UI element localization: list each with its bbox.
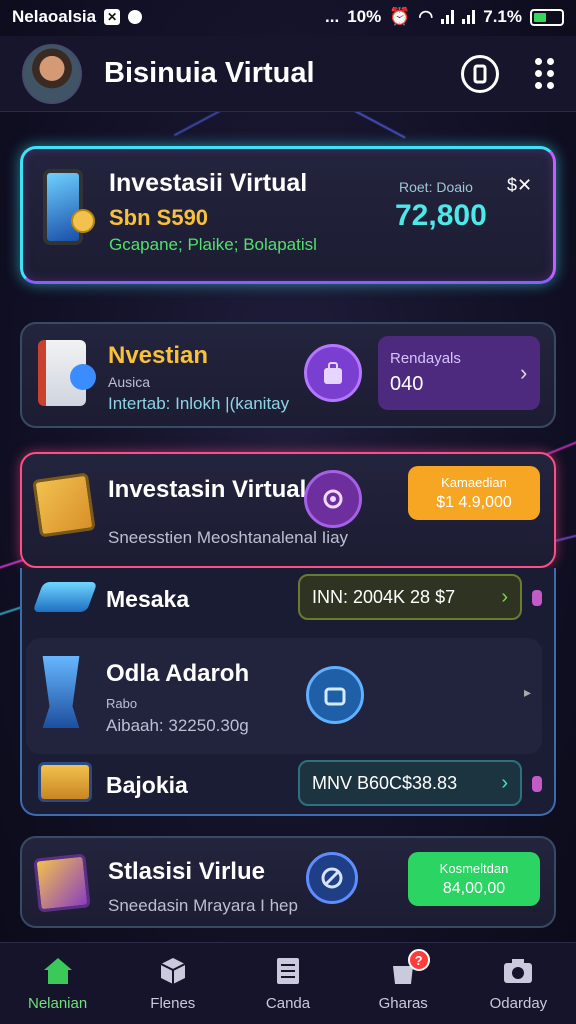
scroll-icon <box>32 472 96 538</box>
more-menu-icon[interactable] <box>535 58 554 89</box>
pill-value: 84,00,00 <box>442 879 506 897</box>
hero-investment-card[interactable]: Investasii Virtual Sbn S590 Gcapane; Pla… <box>20 146 556 284</box>
kosmeltdan-pill[interactable]: Kosmeltdan 84,00,00 <box>408 852 540 906</box>
signal-icon <box>441 10 455 24</box>
hero-value: 72,800 <box>395 199 487 232</box>
value-pill[interactable]: MNV B60C$38.83 › <box>298 760 522 806</box>
home-icon <box>42 955 74 987</box>
close-box-icon: ✕ <box>104 9 121 25</box>
status-bar: Nelaoalsia ✕ ... 10% ⏰ ◠ 7.1% <box>0 0 576 34</box>
list-item[interactable]: Odla Adaroh Rabo Aibaah: 32250.30g ▸ <box>26 638 542 754</box>
nav-label: Gharas <box>378 995 428 1012</box>
nav-odarday[interactable]: Odarday <box>461 943 576 1024</box>
pill-text: MNV B60C$38.83 <box>312 772 458 793</box>
pill-value: $1 4.9,000 <box>436 493 512 511</box>
nvestian-card[interactable]: Nvestian Ausica Intertab: Inlokh |(kanit… <box>20 322 556 428</box>
network-percent: 10% <box>347 7 382 26</box>
nav-label: Nelanian <box>27 995 88 1012</box>
bag-button[interactable] <box>304 344 362 402</box>
nav-flenes[interactable]: Flenes <box>115 943 230 1024</box>
location-icon <box>128 10 143 24</box>
pill-label: Kosmeltdan <box>439 860 509 876</box>
camera-icon <box>502 955 534 987</box>
panel-label: Rendayals <box>390 350 461 367</box>
investasin-card[interactable]: Investasin Virtual Sneesstien Meoshtanal… <box>20 452 556 568</box>
hero-amount: Sbn S590 <box>109 205 209 230</box>
card2-sub2: Intertab: Inlokh |(kanitay <box>108 394 290 413</box>
chevron-right-icon: › <box>501 585 508 608</box>
notification-badge: ? <box>407 949 430 971</box>
list-icon <box>272 955 304 987</box>
hero-title: Investasii Virtual <box>109 169 308 197</box>
wallet-button[interactable] <box>306 666 364 724</box>
bottom-nav: Nelanian Flenes Canda ? Gharas Odarday <box>0 942 576 1024</box>
tile-icon <box>32 582 98 612</box>
carrier-name: Nelaoalsia <box>12 7 97 26</box>
nav-home[interactable]: Nelanian <box>0 943 115 1024</box>
pill-text: INN: 2004K 28 $7 <box>312 586 456 607</box>
list-title: Odla Adaroh <box>106 660 250 687</box>
hero-meta-badge[interactable]: $✕ <box>507 175 532 196</box>
list-title: Bajokia <box>106 772 188 798</box>
kamaedian-pill[interactable]: Kamaedian $1 4.9,000 <box>408 466 540 520</box>
hero-meta-label: Roet: Doaio <box>399 179 473 195</box>
status-dot <box>532 590 542 606</box>
card4-desc: Sneedasin Mrayara I hep <box>108 896 298 915</box>
card3-desc: Sneesstien Meoshtanalenal Iiay <box>108 528 349 547</box>
nav-canda[interactable]: Canda <box>230 943 345 1024</box>
rendayals-panel[interactable]: Rendayals 040 <box>378 336 540 410</box>
battery-icon <box>530 8 564 26</box>
nav-label: Canda <box>265 995 311 1012</box>
list-sub1: Rabo <box>106 696 138 711</box>
settings-button[interactable] <box>304 470 362 528</box>
avatar[interactable] <box>22 43 82 104</box>
chevron-right-icon[interactable]: › <box>520 360 527 386</box>
list-title: Mesaka <box>106 586 190 612</box>
card2-title: Nvestian <box>108 342 209 369</box>
panel-value: 040 <box>390 373 424 395</box>
globe-icon <box>70 364 96 390</box>
status-dot <box>532 776 542 792</box>
nav-label: Odarday <box>489 995 548 1012</box>
nav-label: Flenes <box>150 995 196 1012</box>
app-header: Bisinuia Virtual <box>0 36 576 112</box>
signal-icon <box>462 10 476 24</box>
chevron-right-icon[interactable]: ▸ <box>524 684 531 701</box>
app-title: Bisinuia Virtual <box>104 57 315 89</box>
status-dots: ... <box>325 7 340 26</box>
ticket-icon <box>33 853 91 913</box>
list-sub2: Aibaah: 32250.30g <box>106 716 249 735</box>
block-button[interactable] <box>306 852 358 904</box>
list-item[interactable]: Bajokia MNV B60C$38.83 › <box>22 756 554 812</box>
battery-percent: 7.1% <box>483 7 522 26</box>
card3-title: Investasin Virtual <box>108 476 307 503</box>
trophy-icon <box>42 656 80 728</box>
search-icon[interactable] <box>461 54 499 93</box>
nav-gharas[interactable]: ? Gharas <box>346 943 461 1024</box>
chest-icon <box>38 762 92 802</box>
card4-title: Stlasisi Virlue <box>108 858 265 885</box>
coin-icon <box>71 209 95 233</box>
card2-sub1: Ausica <box>108 374 151 390</box>
value-pill[interactable]: INN: 2004K 28 $7 › <box>298 574 522 620</box>
chevron-right-icon: › <box>501 771 508 794</box>
phone-icon <box>43 169 83 245</box>
cube-icon <box>157 955 189 987</box>
stlasisi-card[interactable]: Stlasisi Virlue Sneedasin Mrayara I hep … <box>20 836 556 928</box>
list-item[interactable]: Mesaka INN: 2004K 28 $7 › <box>22 568 554 630</box>
alarm-icon: ⏰ <box>389 7 411 26</box>
pill-label: Kamaedian <box>441 474 507 490</box>
hero-tags: Gcapane; Plaike; Bolapatisl <box>109 235 317 254</box>
asset-list: Mesaka INN: 2004K 28 $7 › Odla Adaroh Ra… <box>20 568 556 816</box>
wifi-icon: ◠ <box>418 7 434 26</box>
